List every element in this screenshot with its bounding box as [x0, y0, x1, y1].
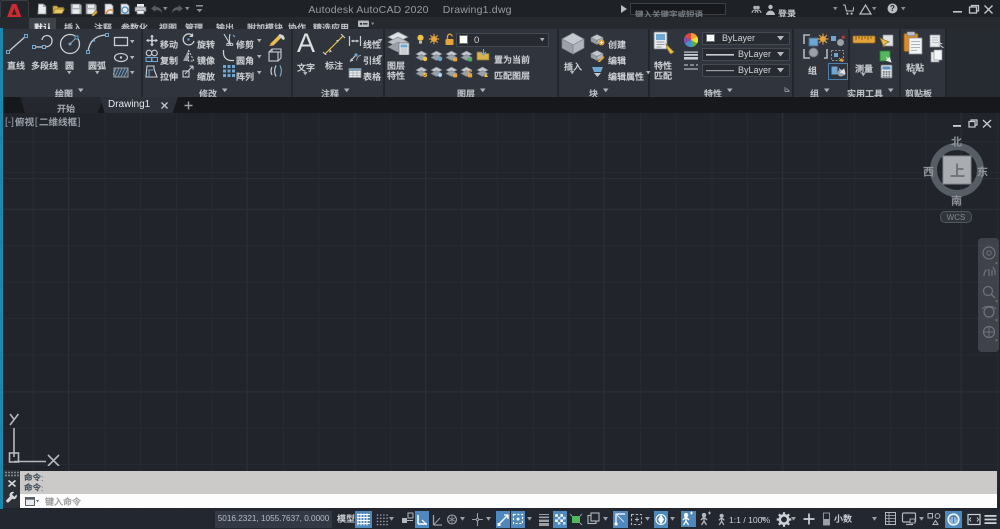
svg-text:?: ? [890, 4, 895, 13]
